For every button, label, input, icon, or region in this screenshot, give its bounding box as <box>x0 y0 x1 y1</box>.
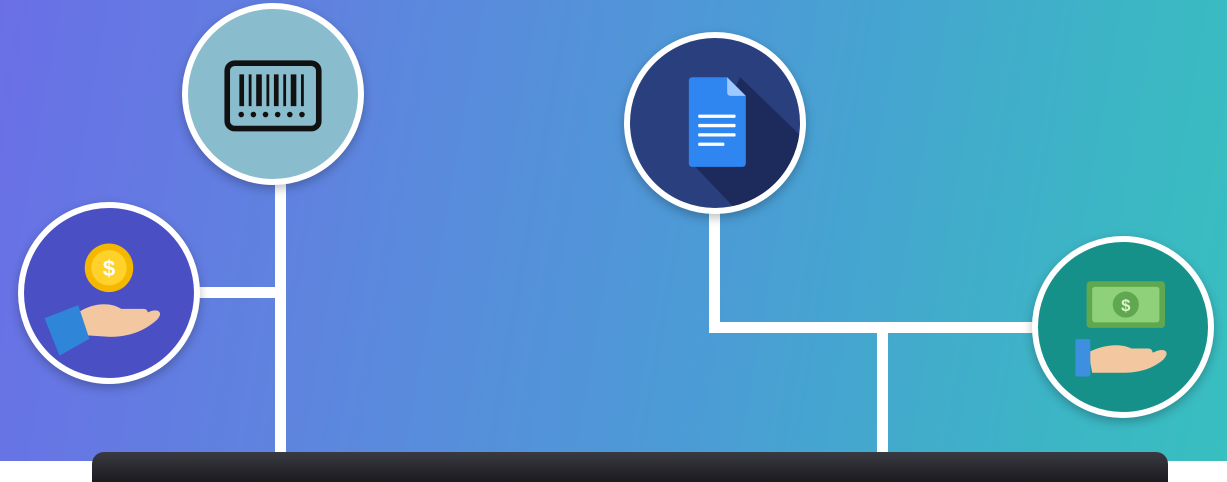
document-node <box>624 32 806 214</box>
connector-left-horizontal <box>195 287 280 298</box>
barcode-node <box>182 3 364 185</box>
bottom-panel <box>92 452 1168 482</box>
connector-right-stem <box>709 205 720 333</box>
svg-text:$: $ <box>103 256 116 281</box>
cash-payment-node: $ <box>1032 236 1214 418</box>
cash-payment-icon: $ <box>1075 281 1167 377</box>
coin-payment-icon: $ <box>44 243 161 356</box>
barcode-icon <box>224 60 322 132</box>
connector-left-vertical <box>275 180 286 470</box>
coin-payment-node: $ <box>18 202 200 384</box>
svg-text:$: $ <box>1121 296 1131 315</box>
connector-right-vertical <box>877 330 888 470</box>
document-icon <box>688 77 800 208</box>
